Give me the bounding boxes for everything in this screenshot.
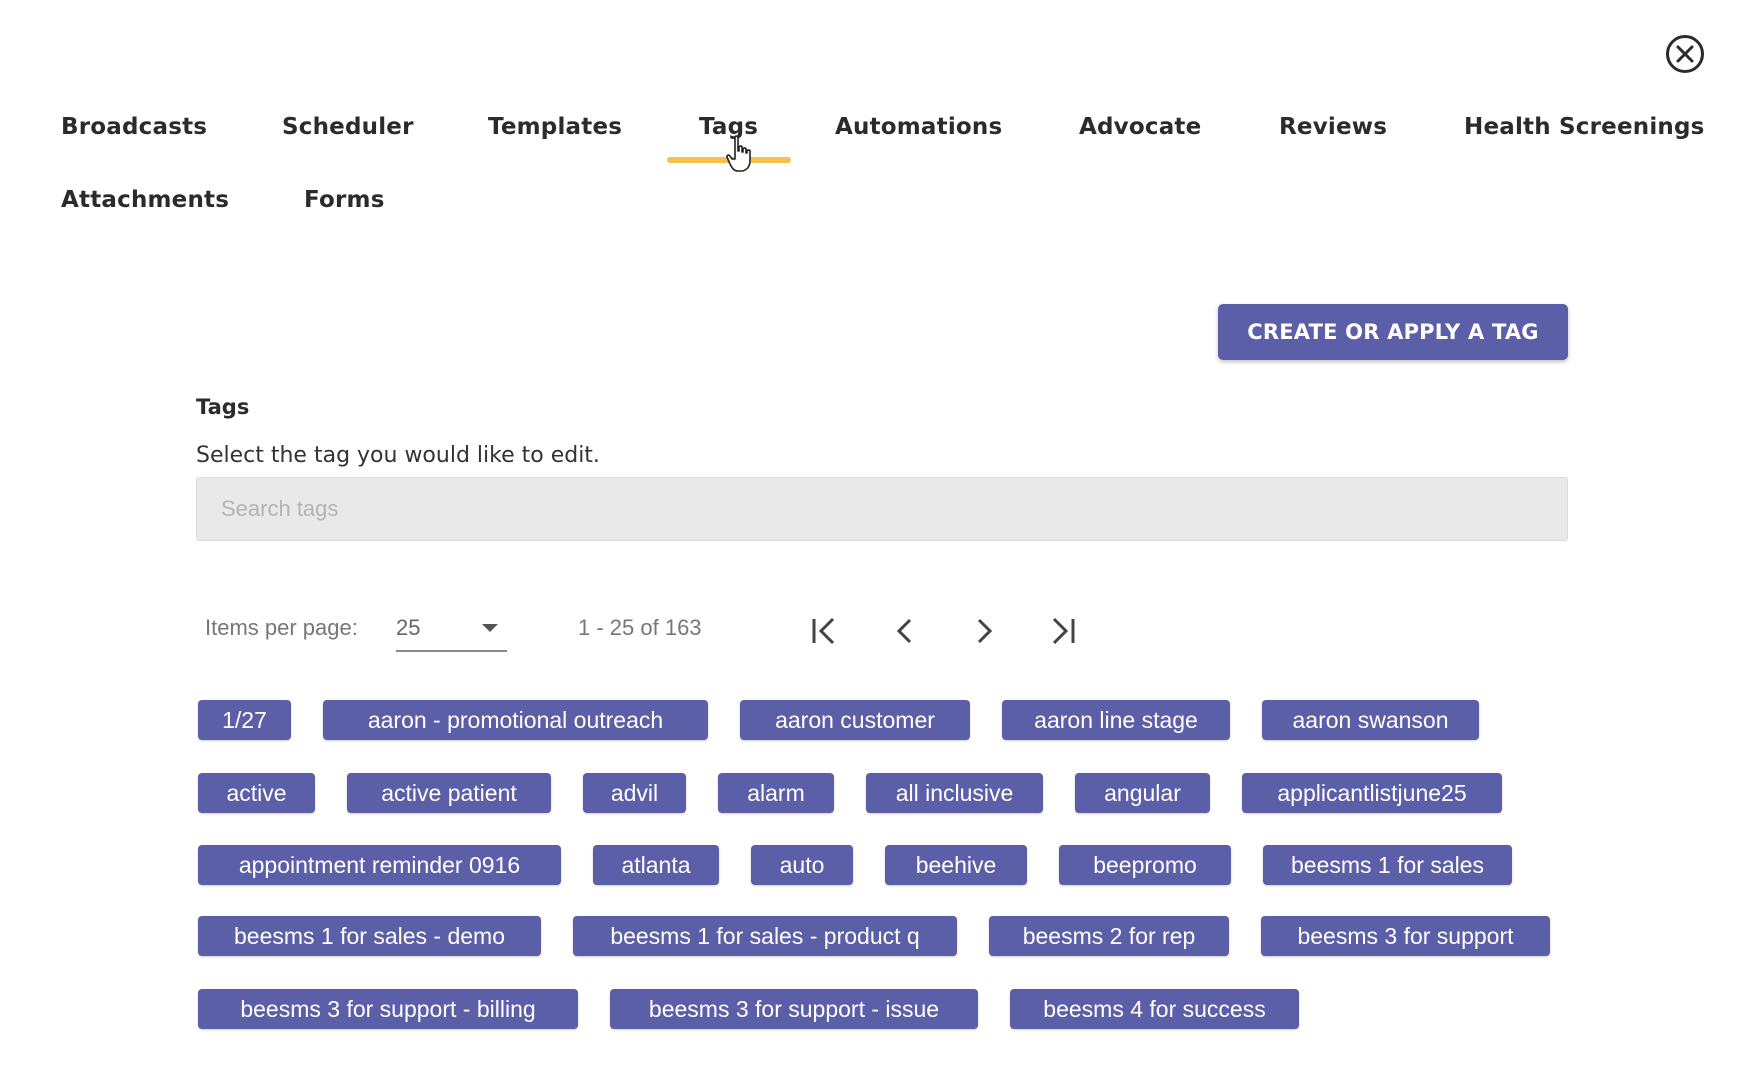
- items-per-page-value: 25: [396, 615, 421, 640]
- tab-automations[interactable]: Automations: [835, 114, 1002, 140]
- tag-chip[interactable]: all inclusive: [866, 773, 1043, 813]
- tab-templates[interactable]: Templates: [488, 114, 622, 140]
- tag-chip[interactable]: aaron swanson: [1262, 700, 1479, 740]
- tag-chip[interactable]: active: [198, 773, 315, 813]
- tag-chip[interactable]: beepromo: [1059, 845, 1231, 885]
- tag-chip[interactable]: aaron - promotional outreach: [323, 700, 708, 740]
- search-tags-input[interactable]: [196, 477, 1568, 541]
- items-per-page-select[interactable]: 25: [396, 608, 507, 652]
- tag-chip[interactable]: beesms 4 for success: [1010, 989, 1299, 1029]
- tab-attachments[interactable]: Attachments: [61, 187, 229, 213]
- tag-chip[interactable]: aaron customer: [740, 700, 970, 740]
- tag-chip[interactable]: beesms 1 for sales - demo: [198, 916, 541, 956]
- tag-chip[interactable]: beesms 1 for sales: [1263, 845, 1512, 885]
- tag-chip[interactable]: beesms 3 for support - issue: [610, 989, 978, 1029]
- tab-scheduler[interactable]: Scheduler: [282, 114, 414, 140]
- last-page-icon[interactable]: [1043, 612, 1081, 650]
- tag-chip[interactable]: beesms 3 for support - billing: [198, 989, 578, 1029]
- tab-health-screenings[interactable]: Health Screenings: [1464, 114, 1705, 140]
- tag-chip[interactable]: aaron line stage: [1002, 700, 1230, 740]
- tag-chip[interactable]: beesms 3 for support: [1261, 916, 1550, 956]
- tags-modal: Broadcasts Scheduler Templates Tags Auto…: [0, 0, 1764, 1089]
- hand-cursor-icon: [726, 135, 751, 172]
- tag-chip[interactable]: angular: [1075, 773, 1210, 813]
- tag-chip[interactable]: alarm: [718, 773, 834, 813]
- close-x-glyph: [1676, 45, 1694, 63]
- tag-chip[interactable]: 1/27: [198, 700, 291, 740]
- tag-chip[interactable]: atlanta: [593, 845, 719, 885]
- tag-chip[interactable]: beehive: [885, 845, 1027, 885]
- tag-chip[interactable]: beesms 1 for sales - product q: [573, 916, 957, 956]
- close-icon[interactable]: [1666, 35, 1704, 73]
- create-or-apply-tag-button[interactable]: CREATE OR APPLY A TAG: [1218, 304, 1568, 360]
- items-per-page-label: Items per page:: [205, 615, 358, 640]
- section-title: Tags: [196, 395, 250, 419]
- caret-down-icon: [482, 624, 498, 632]
- chevron-right-icon[interactable]: [965, 612, 1003, 650]
- first-page-icon[interactable]: [806, 612, 844, 650]
- tag-chip[interactable]: auto: [751, 845, 853, 885]
- tag-chip[interactable]: advil: [583, 773, 686, 813]
- tab-advocate[interactable]: Advocate: [1079, 114, 1201, 140]
- tag-chip[interactable]: beesms 2 for rep: [989, 916, 1229, 956]
- section-description: Select the tag you would like to edit.: [196, 443, 600, 468]
- chevron-left-icon[interactable]: [886, 612, 924, 650]
- tab-reviews[interactable]: Reviews: [1279, 114, 1387, 140]
- tag-chip[interactable]: active patient: [347, 773, 551, 813]
- tag-chip[interactable]: applicantlistjune25: [1242, 773, 1502, 813]
- pagination-range: 1 - 25 of 163: [578, 615, 702, 640]
- tab-forms[interactable]: Forms: [304, 187, 385, 213]
- tab-broadcasts[interactable]: Broadcasts: [61, 114, 207, 140]
- tag-chip[interactable]: appointment reminder 0916: [198, 845, 561, 885]
